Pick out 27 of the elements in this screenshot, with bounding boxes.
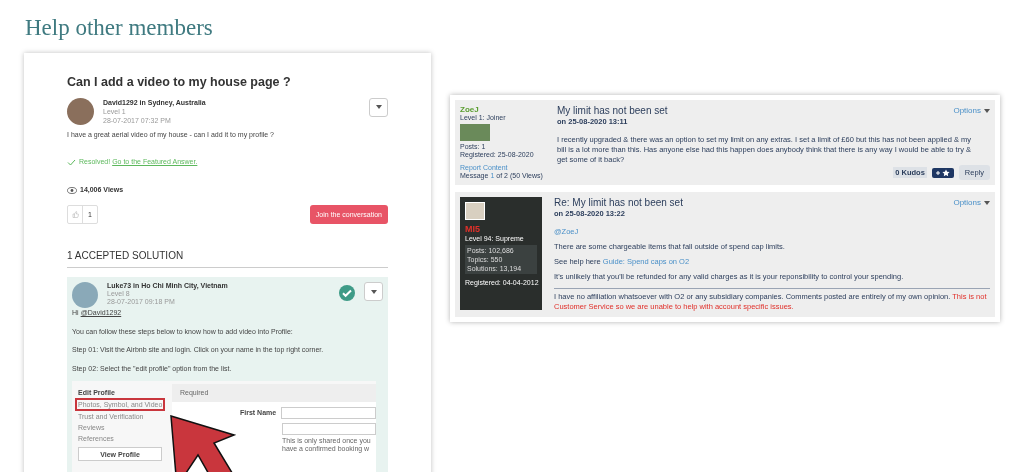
avatar bbox=[460, 124, 490, 141]
question-title: Can I add a video to my house page ? bbox=[67, 74, 292, 91]
message-title: Re: My limit has not been set bbox=[554, 197, 683, 210]
caret-down-icon bbox=[984, 109, 990, 113]
options-button[interactable] bbox=[364, 282, 383, 302]
caret-down-icon bbox=[984, 201, 990, 206]
arrow-drawing bbox=[170, 415, 236, 472]
section-heading: Help other members bbox=[24, 14, 214, 42]
check-icon bbox=[67, 159, 76, 166]
avatar bbox=[67, 97, 94, 125]
message-title: My limit has not been set bbox=[557, 105, 668, 117]
first-name-field[interactable] bbox=[281, 407, 376, 420]
thumbs-up-icon bbox=[71, 211, 79, 219]
last-name-field[interactable] bbox=[282, 423, 376, 436]
caret-down-icon bbox=[375, 105, 382, 110]
options-button[interactable]: Options bbox=[953, 105, 990, 117]
author-name[interactable]: MI5 bbox=[465, 224, 542, 235]
eye-icon bbox=[67, 186, 77, 194]
author-name[interactable]: ZoeJ bbox=[460, 105, 545, 114]
plus-star-icon bbox=[934, 168, 951, 177]
caret-down-icon bbox=[370, 289, 377, 294]
options-button[interactable] bbox=[369, 97, 388, 117]
kudos-button[interactable] bbox=[931, 167, 954, 178]
solutions-heading: 1 ACCEPTED SOLUTION bbox=[67, 248, 388, 269]
avatar bbox=[465, 202, 485, 221]
avatar bbox=[72, 282, 98, 309]
options-button[interactable]: Options bbox=[953, 197, 990, 210]
